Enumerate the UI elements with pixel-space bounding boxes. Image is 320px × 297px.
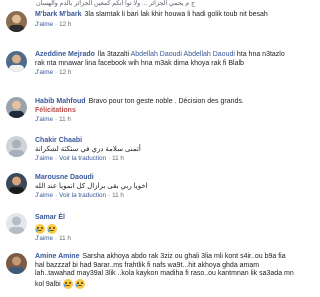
comment-actions: J'aime · 11 h [35, 116, 71, 124]
avatar[interactable] [6, 253, 27, 274]
comment-author[interactable]: M'bark M'bark [35, 11, 82, 18]
crying-face-icon [74, 278, 85, 289]
comment-emphasis: Félicitations [35, 106, 76, 114]
comment-actions: J'aime · Voir la traduction · 11 h [35, 192, 124, 200]
crying-face-icon [62, 278, 73, 289]
avatar[interactable] [6, 11, 27, 32]
like-button[interactable]: J'aime [35, 116, 53, 123]
comment-author[interactable]: Chakir Chaabi [35, 137, 82, 144]
comment-author[interactable]: Habib Mahfoud [35, 98, 86, 105]
comment-author[interactable]: Azeddine Mejrado [35, 51, 95, 58]
comment-text: lla 3tazalti [97, 51, 130, 58]
like-button[interactable]: J'aime [35, 235, 53, 242]
like-button[interactable]: J'aime [35, 192, 53, 199]
comment-timestamp[interactable]: 11 h [59, 235, 71, 242]
comment-author[interactable]: Amine Amine [35, 253, 79, 260]
crying-face-icon [35, 223, 45, 234]
comment-author[interactable]: Samar Él [35, 214, 65, 221]
avatar-image [6, 253, 27, 274]
comment-timestamp[interactable]: 12 h [59, 69, 71, 76]
avatar-image [6, 51, 27, 72]
comment-text: أتمنى سلامة دري في ستكثة لشكرانة [35, 145, 141, 153]
comment-text: Bravo pour ton geste noble . Décision de… [88, 98, 244, 105]
avatar[interactable] [6, 97, 27, 118]
comment-text: 3la slamtak li bari lak khir houwa li ha… [84, 11, 268, 18]
comment-timestamp[interactable]: 11 h [59, 116, 71, 123]
avatar[interactable] [6, 51, 27, 72]
like-button[interactable]: J'aime [35, 69, 53, 76]
comment-timestamp[interactable]: 12 h [59, 21, 71, 28]
comment-actions: J'aime · 12 h [35, 69, 72, 77]
previous-comment-snippet: ج م يحمي الجزائر ... ولا توا انكم كمعين … [36, 0, 196, 7]
comment-timestamp[interactable]: 11 h [112, 192, 124, 199]
avatar[interactable] [6, 213, 27, 234]
comment-actions: J'aime · Voir la traduction · 11 h [35, 155, 124, 163]
avatar[interactable] [6, 173, 27, 194]
mention-link[interactable]: Abdellah Daoudi Abdellah Daoudi [131, 51, 235, 58]
avatar-image [6, 136, 27, 157]
crying-face-icon [47, 223, 57, 234]
like-button[interactable]: J'aime [35, 21, 53, 28]
avatar-image [6, 97, 27, 118]
avatar-image [6, 173, 27, 194]
like-button[interactable]: J'aime [35, 155, 53, 162]
comment-actions: J'aime · 12 h [35, 20, 72, 28]
avatar[interactable] [6, 136, 27, 157]
see-translation-link[interactable]: Voir la traduction [59, 192, 106, 199]
avatar-image [6, 11, 27, 32]
comment-text: اخويا ربي بقى برازال كل انمويا عند الله [35, 182, 148, 190]
avatar-image [6, 213, 27, 234]
see-translation-link[interactable]: Voir la traduction [59, 155, 106, 162]
comment-author[interactable]: Marousne Daoudi [35, 174, 94, 181]
comment-actions: J'aime · 11 h [35, 235, 71, 243]
comment-timestamp[interactable]: 11 h [112, 155, 124, 162]
